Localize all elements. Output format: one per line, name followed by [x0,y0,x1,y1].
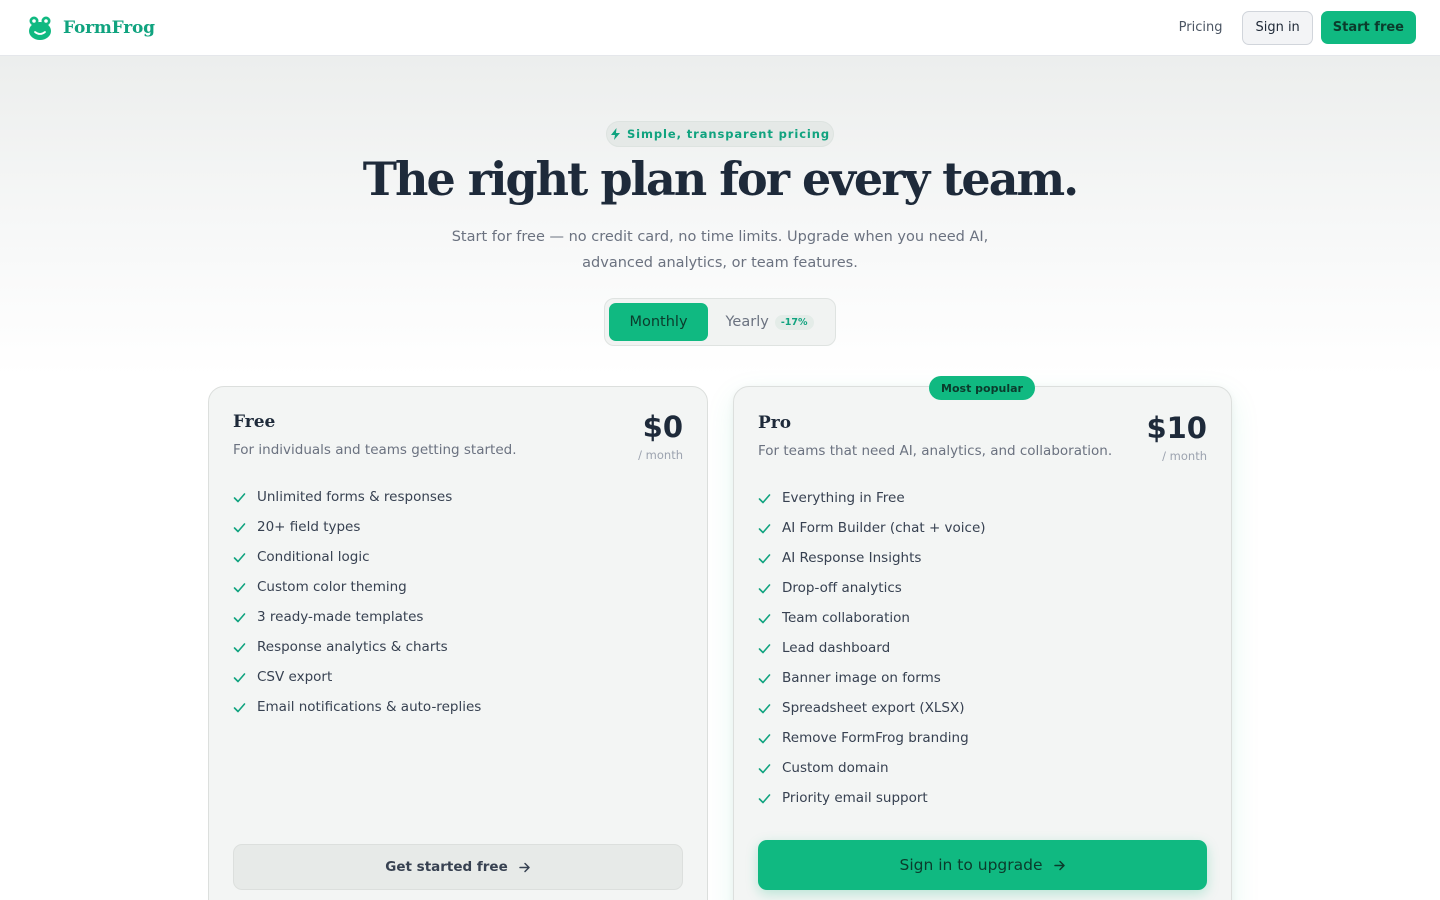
feature-label: CSV export [257,669,333,685]
feature-item: AI Response Insights [758,543,986,573]
plan-name: Pro [758,413,792,433]
check-icon [233,641,246,654]
check-icon [758,702,771,715]
plan-description: For teams that need AI, analytics, and c… [758,443,1113,459]
get-started-free-button[interactable]: Get started free [233,844,683,890]
check-icon [233,491,246,504]
feature-item: Remove FormFrog branding [758,723,986,753]
plan-period: / month [1162,449,1207,463]
nav-link-pricing[interactable]: Pricing [1167,20,1235,35]
button-label: Sign in to upgrade [899,856,1043,874]
billing-yearly-label: Yearly [725,314,769,330]
feature-item: Conditional logic [233,542,481,572]
feature-item: Spreadsheet export (XLSX) [758,693,986,723]
feature-label: Custom domain [782,760,889,776]
subtitle-line-2: advanced analytics, or team features. [582,255,858,271]
page-title: The right plan for every team. [362,152,1079,206]
feature-list: Unlimited forms & responses 20+ field ty… [233,482,481,722]
check-icon [758,492,771,505]
plan-price: $0 [642,410,683,444]
top-navigation: FormFrog Pricing Sign in Start free [0,0,1440,56]
check-icon [758,552,771,565]
feature-list: Everything in Free AI Form Builder (chat… [758,483,986,813]
feature-item: 3 ready-made templates [233,602,481,632]
feature-item: Custom domain [758,753,986,783]
feature-item: Email notifications & auto-replies [233,692,481,722]
feature-label: 20+ field types [257,519,361,535]
plan-period: / month [638,448,683,462]
pricing-tagline-badge: Simple, transparent pricing [606,121,834,147]
subtitle-line-1: Start for free — no credit card, no time… [451,229,989,245]
feature-item: Priority email support [758,783,986,813]
check-icon [233,521,246,534]
plan-card-free: Free For individuals and teams getting s… [208,386,708,900]
feature-item: Team collaboration [758,603,986,633]
check-icon [758,762,771,775]
billing-monthly-option[interactable]: Monthly [609,303,708,341]
feature-label: Custom color theming [257,579,407,595]
feature-item: Custom color theming [233,572,481,602]
feature-item: CSV export [233,662,481,692]
most-popular-badge: Most popular [929,376,1035,400]
feature-item: Response analytics & charts [233,632,481,662]
check-icon [233,671,246,684]
feature-item: Banner image on forms [758,663,986,693]
feature-label: AI Response Insights [782,550,922,566]
page-subtitle: Start for free — no credit card, no time… [440,224,1000,276]
check-icon [758,582,771,595]
feature-label: Unlimited forms & responses [257,489,453,505]
check-icon [758,612,771,625]
brand-name: FormFrog [63,17,155,38]
billing-yearly-option[interactable]: Yearly -17% [708,303,831,341]
feature-label: Email notifications & auto-replies [257,699,482,715]
check-icon [233,701,246,714]
feature-label: Conditional logic [257,549,370,565]
feature-item: Lead dashboard [758,633,986,663]
feature-label: Drop-off analytics [782,580,902,596]
feature-label: Lead dashboard [782,640,891,656]
feature-label: AI Form Builder (chat + voice) [782,520,986,536]
plan-name: Free [233,412,276,432]
lightning-icon [610,128,621,140]
feature-item: Unlimited forms & responses [233,482,481,512]
yearly-discount-badge: -17% [774,314,814,330]
feature-label: Spreadsheet export (XLSX) [782,700,965,716]
check-icon [233,581,246,594]
feature-item: Drop-off analytics [758,573,986,603]
check-icon [758,522,771,535]
plan-description: For individuals and teams getting starte… [233,442,517,458]
feature-label: Remove FormFrog branding [782,730,969,746]
check-icon [758,792,771,805]
check-icon [758,672,771,685]
feature-label: Response analytics & charts [257,639,448,655]
billing-period-toggle: Monthly Yearly -17% [604,298,836,346]
check-icon [233,611,246,624]
frog-icon [27,15,53,41]
feature-label: Banner image on forms [782,670,941,686]
feature-item: Everything in Free [758,483,986,513]
plan-price: $10 [1146,411,1207,445]
pricing-tagline-text: Simple, transparent pricing [627,127,830,141]
arrow-right-icon [1053,859,1066,872]
feature-label: Everything in Free [782,490,905,506]
brand[interactable]: FormFrog [27,15,155,41]
check-icon [758,642,771,655]
sign-in-to-upgrade-button[interactable]: Sign in to upgrade [758,840,1207,890]
feature-item: 20+ field types [233,512,481,542]
feature-label: 3 ready-made templates [257,609,424,625]
arrow-right-icon [518,861,531,874]
check-icon [233,551,246,564]
feature-item: AI Form Builder (chat + voice) [758,513,986,543]
start-free-button[interactable]: Start free [1320,11,1416,44]
check-icon [758,732,771,745]
button-label: Get started free [385,859,508,875]
plan-card-pro: Pro For teams that need AI, analytics, a… [733,386,1232,900]
sign-in-button[interactable]: Sign in [1242,10,1313,45]
feature-label: Team collaboration [782,610,910,626]
feature-label: Priority email support [782,790,928,806]
header-nav: Pricing Sign in Start free [1167,10,1416,45]
